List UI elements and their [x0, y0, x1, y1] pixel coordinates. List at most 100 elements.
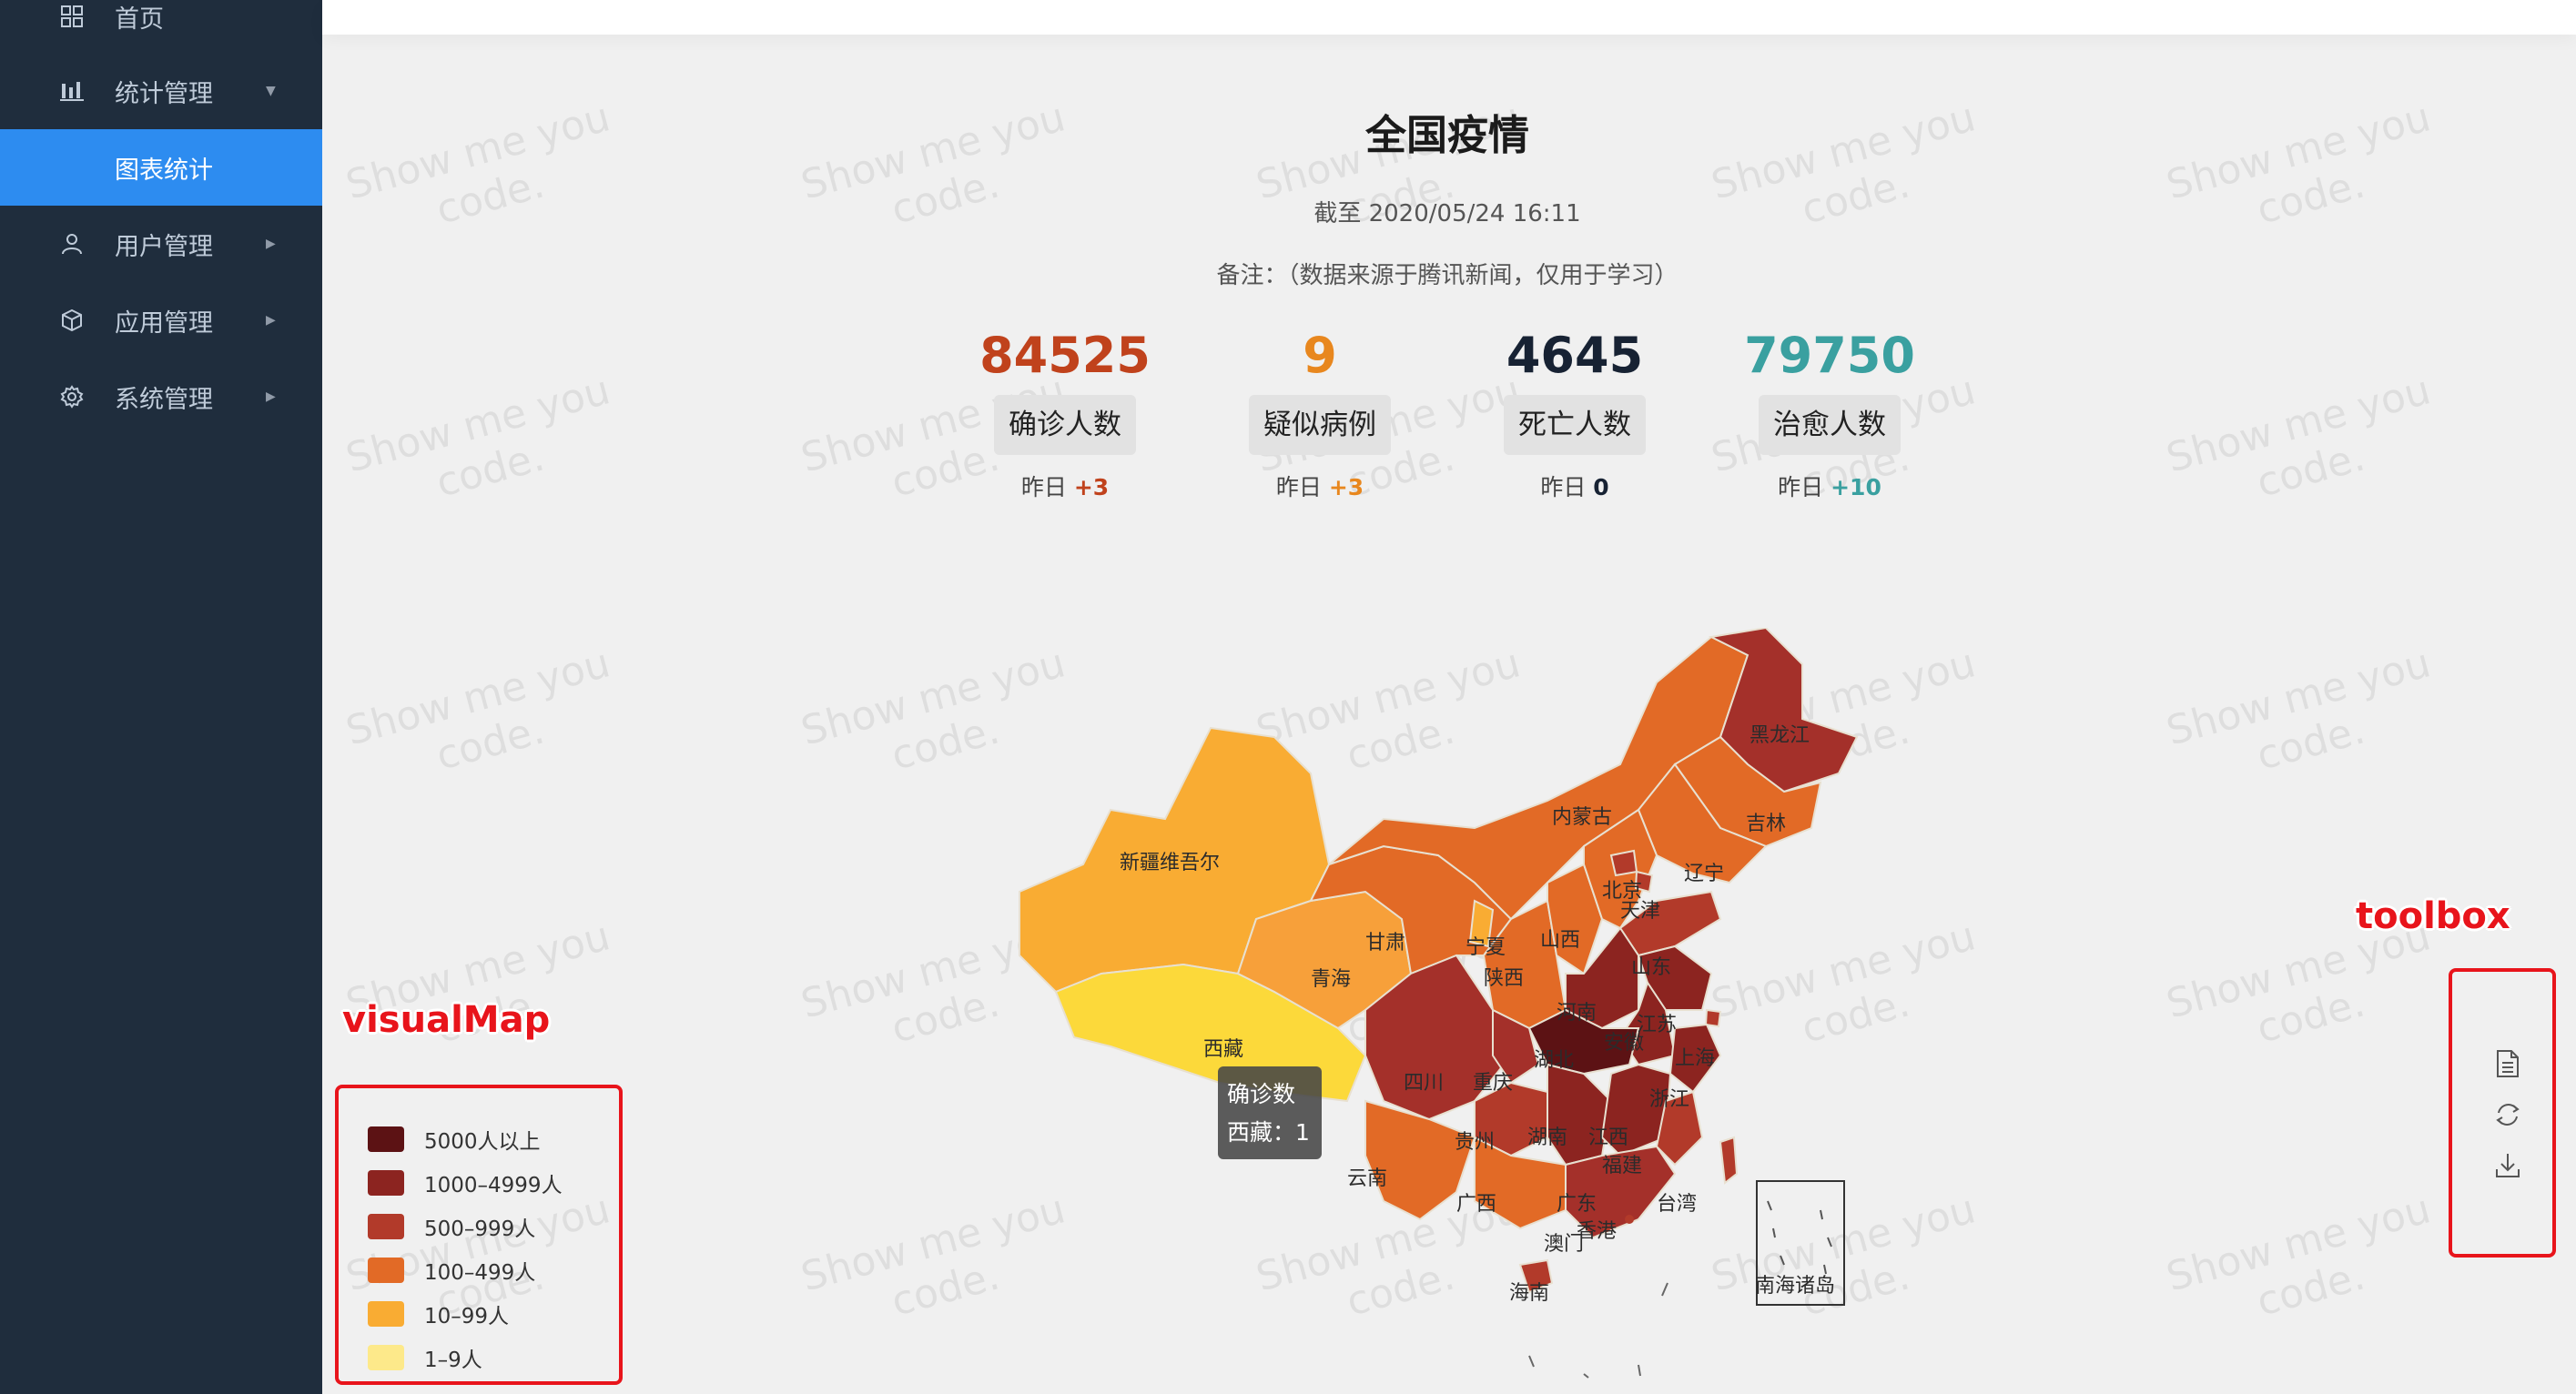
label-sichuan: 四川: [1404, 1072, 1444, 1095]
sidebar-item-home[interactable]: 首页: [0, 0, 322, 55]
caret-down-icon: ▼: [266, 84, 276, 98]
label-anhui: 安徽: [1604, 1032, 1644, 1055]
watermark: Show me youcode.: [340, 913, 615, 1053]
stat-deaths: 4645 死亡人数 昨日 0: [1456, 324, 1693, 502]
watermark: Show me youcode.: [2161, 1186, 2436, 1326]
label-jilin: 吉林: [1746, 813, 1786, 835]
label-jiangxi: 江西: [1588, 1126, 1628, 1149]
tooltip-content: 西藏：1: [1227, 1119, 1310, 1146]
stat-delta: +10: [1831, 474, 1881, 500]
province-taiwan[interactable]: [1719, 1136, 1739, 1185]
grid-icon: [56, 1, 87, 32]
label-hainan: 海南: [1509, 1282, 1549, 1305]
visualmap-piece[interactable]: 10–99人: [368, 1296, 509, 1332]
sidebar-item-label: 系统管理: [115, 385, 213, 414]
label-guangxi: 广西: [1456, 1193, 1496, 1216]
label-tibet: 西藏: [1203, 1038, 1243, 1061]
label-hunan: 湖南: [1527, 1126, 1567, 1149]
visualmap-swatch: [368, 1214, 404, 1239]
cube-icon: [56, 305, 87, 336]
page-title: 全国疫情: [1364, 111, 1529, 159]
visualmap-annotation: visualMap: [342, 999, 551, 1041]
visualmap-piece[interactable]: 100–499人: [368, 1252, 535, 1288]
label-tianjin: 天津: [1620, 900, 1660, 923]
stat-value: 9: [1303, 327, 1337, 384]
visualmap-swatch: [368, 1258, 404, 1283]
visualmap-swatch: [368, 1170, 404, 1196]
visualmap-swatch: [368, 1301, 404, 1327]
visualmap-piece[interactable]: 1–9人: [368, 1339, 482, 1376]
toolbox-annotation: toolbox: [2356, 895, 2510, 937]
visualmap-piece[interactable]: 1000–4999人: [368, 1165, 563, 1201]
label-liaoning: 辽宁: [1684, 863, 1724, 885]
sidebar-item-label: 统计管理: [115, 79, 213, 108]
sidebar-item-users[interactable]: 用户管理 ▶: [0, 206, 322, 282]
sidebar-item-label: 首页: [115, 5, 164, 34]
label-inner-mongolia: 内蒙古: [1552, 806, 1612, 829]
caret-right-icon: ▶: [266, 389, 276, 404]
label-guangdong: 广东: [1557, 1193, 1597, 1216]
label-shaanxi: 陕西: [1484, 967, 1524, 990]
visualmap-piece[interactable]: 5000人以上: [368, 1121, 541, 1157]
bar-chart-icon: [56, 76, 87, 106]
restore-icon[interactable]: [2492, 1099, 2523, 1130]
watermark: Show me youcode.: [1706, 94, 1981, 234]
province-beijing[interactable]: [1609, 849, 1638, 877]
watermark: Show me youcode.: [340, 94, 615, 234]
sidebar-item-chart-stats[interactable]: 图表统计: [0, 129, 322, 206]
stat-label: 疑似病例: [1249, 395, 1391, 455]
stat-yesterday: 昨日 +10: [1778, 474, 1881, 500]
data-view-icon[interactable]: [2492, 1048, 2523, 1079]
stat-label: 死亡人数: [1504, 395, 1646, 455]
label-zhejiang: 浙江: [1649, 1088, 1689, 1111]
label-heilongjiang: 黑龙江: [1749, 724, 1810, 747]
stat-value: 4645: [1506, 327, 1644, 384]
stat-yesterday: 昨日 0: [1540, 474, 1609, 500]
label-xinjiang: 新疆维吾尔: [1120, 852, 1220, 874]
stat-label: 确诊人数: [994, 395, 1136, 455]
stat-suspected: 9 疑似病例 昨日 +3: [1202, 324, 1438, 502]
tooltip-title: 确诊数: [1227, 1081, 1296, 1107]
visualmap-label: 10–99人: [424, 1305, 510, 1328]
visualmap-label: 5000人以上: [424, 1130, 541, 1154]
visualmap-piece[interactable]: 500–999人: [368, 1208, 535, 1245]
stat-label: 治愈人数: [1759, 395, 1901, 455]
province-hunan[interactable]: [1547, 1063, 1613, 1167]
label-south-china-sea: 南海诸岛: [1755, 1275, 1835, 1298]
watermark: Show me youcode.: [340, 640, 615, 780]
caret-right-icon: ▶: [266, 313, 276, 328]
visualmap-label: 1–9人: [424, 1349, 482, 1372]
label-shandong: 山东: [1631, 956, 1671, 979]
label-shanxi: 山西: [1540, 929, 1580, 952]
sidebar: 首页 统计管理 ▼ 图表统计 用户管理 ▶ 应用管理 ▶ 系统管理 ▶: [0, 0, 322, 1394]
label-henan: 河南: [1557, 1002, 1597, 1025]
sidebar-item-stats[interactable]: 统计管理 ▼: [0, 53, 322, 129]
label-taiwan: 台湾: [1657, 1193, 1697, 1216]
stat-confirmed: 84525 确诊人数 昨日 +3: [947, 324, 1183, 502]
china-epidemic-map: 新疆维吾尔 西藏 青海 甘肃 宁夏 内蒙古 黑龙江 吉林 辽宁 北京 天津 山西…: [1019, 628, 1859, 1379]
gear-icon: [56, 381, 87, 412]
map-tooltip: 确诊数 西藏：1: [1218, 1066, 1322, 1159]
sidebar-item-system[interactable]: 系统管理 ▶: [0, 359, 322, 435]
sidebar-item-label: 用户管理: [115, 232, 213, 261]
visualmap-swatch: [368, 1345, 404, 1370]
download-icon[interactable]: [2492, 1150, 2523, 1181]
stat-delta: +3: [1328, 474, 1364, 500]
province-hongkong[interactable]: [1625, 1215, 1634, 1224]
visualmap-swatch: [368, 1126, 404, 1152]
island-dashes: [1528, 1282, 1668, 1379]
province-shanghai[interactable]: [1704, 1008, 1722, 1028]
as-of-timestamp: 截至 2020/05/24 16:11: [1313, 200, 1581, 227]
visualmap-label: 100–499人: [424, 1261, 536, 1285]
watermark: Show me youcode.: [2161, 367, 2436, 507]
user-icon: [56, 228, 87, 259]
data-source-note: 备注：（数据来源于腾讯新闻，仅用于学习）: [1216, 262, 1678, 289]
label-macau: 澳门: [1544, 1233, 1584, 1256]
stat-recovered: 79750 治愈人数 昨日 +10: [1711, 324, 1948, 502]
label-qinghai: 青海: [1311, 968, 1351, 991]
watermark: Show me youcode.: [2161, 640, 2436, 780]
stat-value: 79750: [1744, 327, 1915, 384]
label-yunnan: 云南: [1347, 1167, 1387, 1190]
sidebar-item-apps[interactable]: 应用管理 ▶: [0, 282, 322, 359]
watermark: Show me youcode.: [2161, 94, 2436, 234]
